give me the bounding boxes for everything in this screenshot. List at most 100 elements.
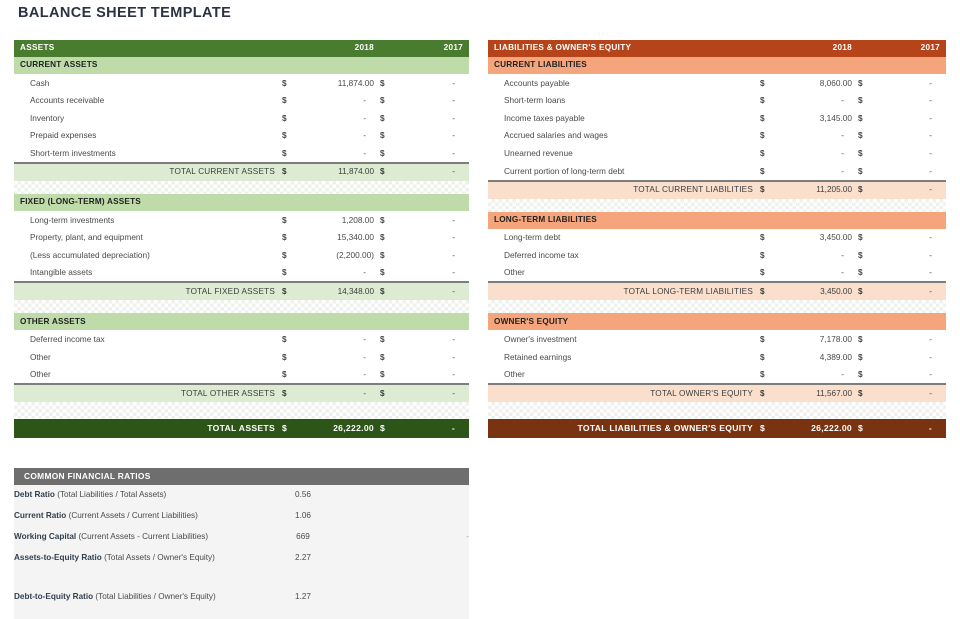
liabilities-table: LIABILITIES & OWNER'S EQUITY 2018 2017 CURR…	[488, 40, 947, 439]
ratio-label: Working Capital (Current Assets - Curren…	[14, 532, 209, 542]
line-item-label: Other	[14, 347, 282, 366]
subtotal-value-2017: -	[392, 161, 470, 181]
section-header-label: LONG-TERM LIABILITIES	[488, 211, 947, 229]
line-item-label: Inventory	[14, 109, 282, 127]
line-item-currency-2017: $	[380, 246, 393, 264]
line-item-row[interactable]: Retained earnings $4,389.00 $ -	[488, 347, 947, 366]
subtotal-label: TOTAL CURRENT ASSETS	[14, 161, 282, 181]
line-item-currency-2017: $	[380, 91, 393, 110]
line-item-row[interactable]: Other $ - $ -	[14, 365, 470, 385]
line-item-label: Income taxes payable	[488, 109, 760, 127]
line-item-currency-2018: $	[282, 109, 294, 127]
liabilities-header-year-2018: 2018	[760, 40, 859, 57]
liabilities-header-title: LIABILITIES & OWNER'S EQUITY	[488, 40, 760, 57]
line-item-currency-2017: $	[380, 228, 393, 247]
section-gap-cell	[488, 300, 947, 314]
section-header-row: FIXED (LONG-TERM) ASSETS	[14, 193, 470, 211]
ratio-extra-value	[349, 569, 469, 607]
subtotal-label: TOTAL OWNER'S EQUITY	[488, 383, 760, 403]
financial-ratios-panel: COMMON FINANCIAL RATIOS Debt Ratio (Tota…	[14, 468, 469, 619]
line-item-value-2018: -	[294, 91, 381, 110]
ratio-label: Current Ratio (Current Assets / Current …	[14, 511, 198, 521]
line-item-currency-2018: $	[282, 144, 294, 163]
line-item-value-2017: -	[870, 228, 947, 247]
line-item-row[interactable]: Long-term debt $3,450.00 $ -	[488, 228, 947, 247]
line-item-value-2017: -	[870, 263, 947, 283]
line-item-value-2017: -	[870, 91, 947, 110]
line-item-currency-2018: $	[760, 91, 772, 110]
line-item-row[interactable]: Other $ - $ -	[488, 365, 947, 385]
line-item-value-2018: -	[772, 365, 859, 385]
section-header-row: CURRENT LIABILITIES	[488, 57, 947, 74]
line-item-label: Other	[488, 263, 760, 283]
ratio-value: 1.27	[295, 591, 311, 601]
page-title: BALANCE SHEET TEMPLATE	[18, 5, 232, 21]
line-item-row[interactable]: Short-term investments $ - $ -	[14, 144, 470, 163]
line-item-row[interactable]: Short-term loans $ - $ -	[488, 91, 947, 110]
ratio-name: Assets-to-Equity Ratio	[14, 553, 102, 563]
subtotal-currency-2017: $	[858, 383, 871, 403]
line-item-currency-2018: $	[282, 365, 294, 385]
line-item-row[interactable]: Other $ - $ -	[488, 263, 947, 283]
line-item-row[interactable]: Owner's investment $7,178.00 $ -	[488, 330, 947, 348]
line-item-row[interactable]: Prepaid expenses $ - $ -	[14, 126, 470, 145]
subtotal-value-2017: -	[392, 383, 470, 403]
ratio-value: 0.56	[295, 490, 311, 500]
line-item-value-2018: -	[772, 263, 859, 283]
subtotal-currency-2017: $	[380, 383, 393, 403]
subtotal-currency-2018: $	[282, 281, 294, 301]
line-item-row[interactable]: Deferred income tax $ - $ -	[488, 246, 947, 264]
section-header-label: CURRENT LIABILITIES	[488, 57, 947, 74]
line-item-currency-2017: $	[858, 126, 871, 145]
line-item-currency-2018: $	[760, 330, 772, 348]
line-item-currency-2018: $	[760, 161, 772, 181]
line-item-row[interactable]: Intangible assets $ - $ -	[14, 263, 470, 283]
line-item-row[interactable]: (Less accumulated depreciation) $ (2,200.0…	[14, 246, 470, 264]
line-item-row[interactable]: Property, plant, and equipment $15,340.00…	[14, 228, 470, 247]
line-item-value-2018: (2,200.00)	[294, 246, 381, 264]
line-item-currency-2018: $	[282, 210, 294, 229]
subtotal-currency-2017: $	[380, 281, 393, 301]
line-item-row[interactable]: Accrued salaries and wages $ - $ -	[488, 126, 947, 145]
assets-grand-total-row: TOTAL ASSETS $26,222.00 $ -	[14, 419, 470, 439]
ratio-label: Debt Ratio (Total Liabilities / Total As…	[14, 490, 167, 500]
subtotal-row: TOTAL FIXED ASSETS $14,348.00 $ -	[14, 281, 470, 301]
subtotal-value-2018: 11,205.00	[772, 179, 859, 199]
subtotal-label: TOTAL LONG-TERM LIABILITIES	[488, 281, 760, 301]
line-item-row[interactable]: Current portion of long-term debt $ - $ -	[488, 161, 947, 181]
ratio-value: 669	[296, 532, 310, 542]
line-item-row[interactable]: Cash $11,874.00 $ -	[14, 74, 470, 92]
section-gap-cell	[14, 180, 470, 194]
line-item-value-2017: -	[392, 246, 470, 264]
line-item-row[interactable]: Deferred income tax $ - $ -	[14, 330, 470, 348]
grand-total-value-2018: 26,222.00	[772, 419, 859, 439]
line-item-row[interactable]: Other $ - $ -	[14, 347, 470, 366]
line-item-currency-2018: $	[760, 74, 772, 92]
grand-total-currency-2017: $	[858, 419, 871, 439]
assets-header-row: ASSETS 2018 2017	[14, 40, 470, 57]
line-item-row[interactable]: Income taxes payable $3,145.00 $ -	[488, 109, 947, 127]
line-item-value-2018: -	[294, 109, 381, 127]
line-item-currency-2017: $	[380, 109, 393, 127]
line-item-row[interactable]: Accounts receivable $ - $ -	[14, 91, 470, 110]
line-item-row[interactable]: Long-term investments $1,208.00 $ -	[14, 210, 470, 229]
line-item-label: Property, plant, and equipment	[14, 228, 282, 247]
line-item-value-2017: -	[392, 263, 470, 283]
ratio-name: Current Ratio	[14, 511, 67, 521]
line-item-currency-2018: $	[760, 228, 772, 247]
subtotal-row: TOTAL CURRENT ASSETS $11,874.00 $ -	[14, 161, 470, 181]
section-gap-cell	[14, 300, 470, 314]
assets-header-year-2017: 2017	[380, 40, 470, 57]
line-item-value-2017: -	[870, 246, 947, 264]
subtotal-value-2018: 3,450.00	[772, 281, 859, 301]
line-item-label: Accounts payable	[488, 74, 760, 92]
line-item-value-2017: -	[392, 144, 470, 163]
line-item-row[interactable]: Unearned revenue $ - $ -	[488, 144, 947, 162]
line-item-currency-2017: $	[858, 161, 871, 181]
subtotal-value-2018: 11,874.00	[294, 161, 381, 181]
section-header-row: LONG-TERM LIABILITIES	[488, 211, 947, 229]
line-item-label: Deferred income tax	[488, 246, 760, 264]
line-item-row[interactable]: Accounts payable $8,060.00 $ -	[488, 74, 947, 92]
line-item-label: Short-term investments	[14, 144, 282, 163]
line-item-row[interactable]: Inventory $ - $ -	[14, 109, 470, 127]
